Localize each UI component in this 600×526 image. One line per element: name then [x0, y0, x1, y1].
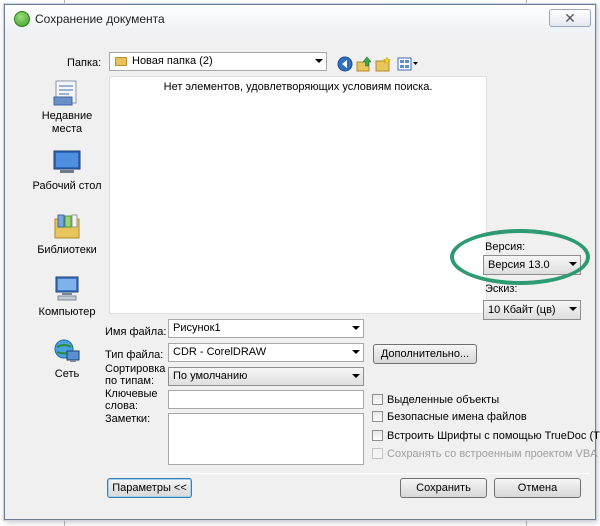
place-desktop-label: Рабочий стол	[32, 180, 102, 192]
sort-label: Сортировка по типам:	[105, 363, 166, 387]
filename-input[interactable]: Рисунок1	[168, 319, 364, 338]
recent-places-icon	[52, 79, 82, 107]
libraries-icon	[52, 213, 82, 241]
version-select-value: Версия 13.0	[488, 259, 550, 271]
place-network[interactable]: Сеть	[29, 337, 105, 381]
back-icon[interactable]	[337, 56, 353, 72]
checkbox-box	[372, 448, 383, 459]
coreldraw-app-icon	[14, 11, 30, 27]
save-button[interactable]: Сохранить	[400, 478, 487, 498]
place-libraries[interactable]: Библиотеки	[29, 213, 105, 257]
checkbox-box[interactable]	[372, 411, 383, 422]
new-folder-icon[interactable]	[375, 56, 392, 72]
keywords-input[interactable]	[168, 390, 364, 409]
checkbox-embed-fonts[interactable]: Встроить Шрифты с помощью TrueDoc (TM)	[372, 430, 600, 442]
folder-icon	[115, 57, 127, 66]
file-list-area[interactable]: Нет элементов, удовлетворяющих условиям …	[109, 76, 487, 314]
chevron-down-icon	[352, 326, 360, 330]
divider	[109, 473, 589, 474]
folder-select-value: Новая папка (2)	[132, 55, 213, 67]
place-recent[interactable]: Недавние места	[29, 79, 105, 136]
sketch-select-value: 10 Кбайт (цв)	[488, 304, 556, 316]
checkbox-label: Сохранять со встроенным проектом VBA	[387, 448, 598, 460]
checkbox-label: Безопасные имена файлов	[387, 411, 527, 423]
advanced-button[interactable]: Дополнительно...	[373, 344, 477, 364]
dialog-title: Сохранение документа	[35, 12, 165, 26]
version-label: Версия:	[485, 241, 526, 253]
save-document-dialog: Сохранение документа ✕ Папка: Новая папк…	[4, 4, 600, 520]
computer-icon	[52, 275, 82, 303]
filename-input-value: Рисунок1	[173, 322, 221, 334]
checkbox-label: Встроить Шрифты с помощью TrueDoc (TM)	[387, 430, 600, 442]
place-recent-label: Недавние места	[41, 110, 93, 135]
checkbox-box[interactable]	[372, 430, 383, 441]
chevron-down-icon	[315, 59, 323, 63]
up-folder-icon[interactable]	[356, 56, 372, 72]
filetype-select-value: CDR - CorelDRAW	[173, 346, 267, 358]
sketch-label: Эскиз:	[485, 283, 518, 295]
checkbox-label: Выделенные объекты	[387, 394, 500, 406]
checkbox-save-vba: Сохранять со встроенным проектом VBA	[372, 448, 598, 460]
checkbox-selected-objects[interactable]: Выделенные объекты	[372, 394, 499, 406]
filetype-select[interactable]: CDR - CorelDRAW	[168, 343, 364, 362]
chevron-down-icon	[569, 307, 577, 311]
view-menu-icon[interactable]	[397, 56, 419, 72]
folder-select[interactable]: Новая папка (2)	[109, 52, 327, 71]
keywords-label: Ключевые слова:	[105, 388, 158, 412]
filetype-label: Тип файла:	[105, 349, 164, 361]
empty-list-message: Нет элементов, удовлетворяющих условиям …	[163, 81, 433, 93]
sort-select[interactable]: По умолчанию	[168, 367, 364, 386]
place-libraries-label: Библиотеки	[37, 244, 97, 256]
close-icon: ✕	[564, 10, 576, 26]
sort-select-value: По умолчанию	[173, 370, 248, 382]
checkbox-safe-filenames[interactable]: Безопасные имена файлов	[372, 411, 527, 423]
chevron-down-icon	[569, 262, 577, 266]
chevron-down-icon	[352, 350, 360, 354]
place-computer-label: Компьютер	[38, 306, 96, 318]
network-icon	[52, 337, 82, 365]
notes-textarea[interactable]	[168, 413, 364, 465]
desktop-icon	[52, 149, 82, 177]
title-bar: Сохранение документа ✕	[5, 5, 595, 33]
folder-label: Папка:	[67, 57, 102, 69]
cancel-button[interactable]: Отмена	[494, 478, 581, 498]
close-button[interactable]: ✕	[549, 9, 591, 27]
params-button[interactable]: Параметры <<	[107, 478, 192, 498]
version-select[interactable]: Версия 13.0	[483, 255, 581, 275]
place-desktop[interactable]: Рабочий стол	[29, 149, 105, 193]
place-computer[interactable]: Компьютер	[29, 275, 105, 319]
chevron-down-icon	[352, 374, 360, 378]
checkbox-box[interactable]	[372, 394, 383, 405]
place-network-label: Сеть	[54, 368, 80, 380]
filename-label: Имя файла:	[105, 326, 167, 338]
notes-label: Заметки:	[105, 413, 151, 425]
sketch-select[interactable]: 10 Кбайт (цв)	[483, 300, 581, 320]
